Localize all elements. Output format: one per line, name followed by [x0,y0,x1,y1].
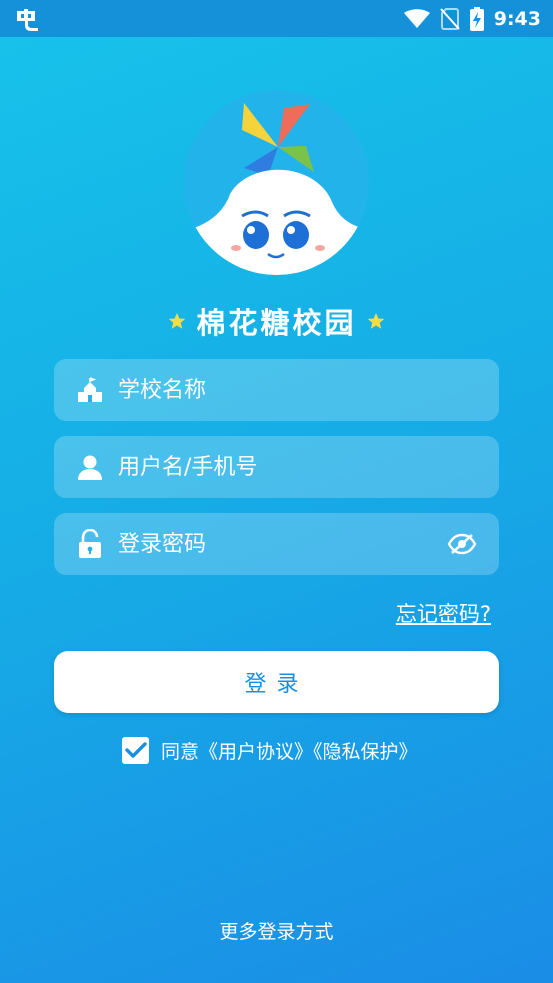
status-time: 9:43 [493,7,541,30]
privacy-link[interactable]: 《隐私保护》 [313,741,418,763]
wifi-icon [403,8,430,29]
star-icon [367,312,385,330]
forgot-password-link[interactable]: 忘记密码? [396,598,491,628]
more-login-link[interactable]: 更多登录方式 [0,917,553,944]
app-logo [184,90,369,275]
school-icon [75,375,105,405]
brand-row: 棉花糖校园 [0,298,553,344]
school-field[interactable] [54,359,499,421]
username-input[interactable] [118,436,499,498]
eye-off-icon[interactable] [445,527,479,561]
agreement-prefix: 同意 [161,740,200,763]
status-bar: 9:43 [0,0,553,37]
battery-charging-icon [469,6,484,31]
no-sim-icon [439,7,460,30]
school-input[interactable] [118,359,499,421]
check-icon [124,742,147,758]
username-field[interactable] [54,436,499,498]
star-icon [168,312,186,330]
brand-name: 棉花糖校园 [196,306,357,340]
user-agreement-link[interactable]: 《用户协议》 [199,741,313,763]
lock-icon [75,529,105,559]
status-left [14,7,40,31]
agreement-text: 同意《用户协议》《隐私保护》 [161,737,418,764]
mascot-logo-icon [194,103,362,275]
password-input[interactable] [118,513,445,575]
status-right: 9:43 [403,6,541,31]
agreement-checkbox[interactable] [122,736,149,764]
password-field[interactable] [54,513,499,575]
login-button[interactable]: 登录 [54,651,499,713]
user-icon [75,452,105,482]
bug-notification-icon [14,7,40,31]
agreement-row: 同意《用户协议》《隐私保护》 [122,735,418,765]
